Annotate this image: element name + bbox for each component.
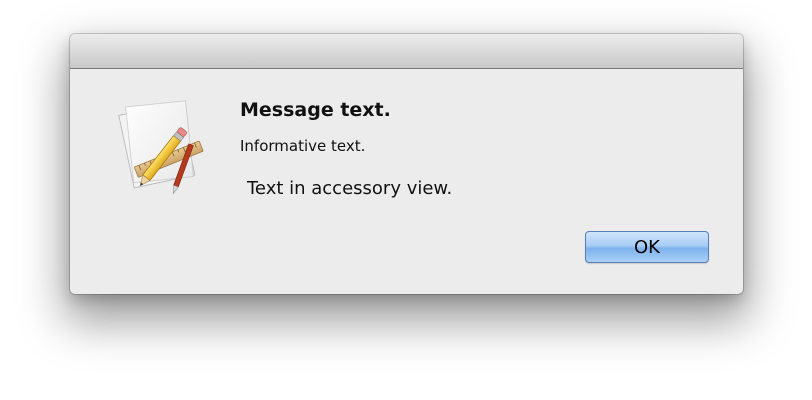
screen: Message text. Informative text. Text in … bbox=[0, 0, 812, 400]
ok-button[interactable]: OK bbox=[585, 231, 709, 263]
window-titlebar[interactable] bbox=[70, 34, 743, 69]
accessory-view-text: Text in accessory view. bbox=[247, 178, 453, 199]
text-edit-app-icon bbox=[106, 94, 210, 198]
message-text: Message text. bbox=[240, 99, 391, 121]
informative-text: Informative text. bbox=[240, 137, 366, 155]
alert-window: Message text. Informative text. Text in … bbox=[70, 34, 743, 294]
